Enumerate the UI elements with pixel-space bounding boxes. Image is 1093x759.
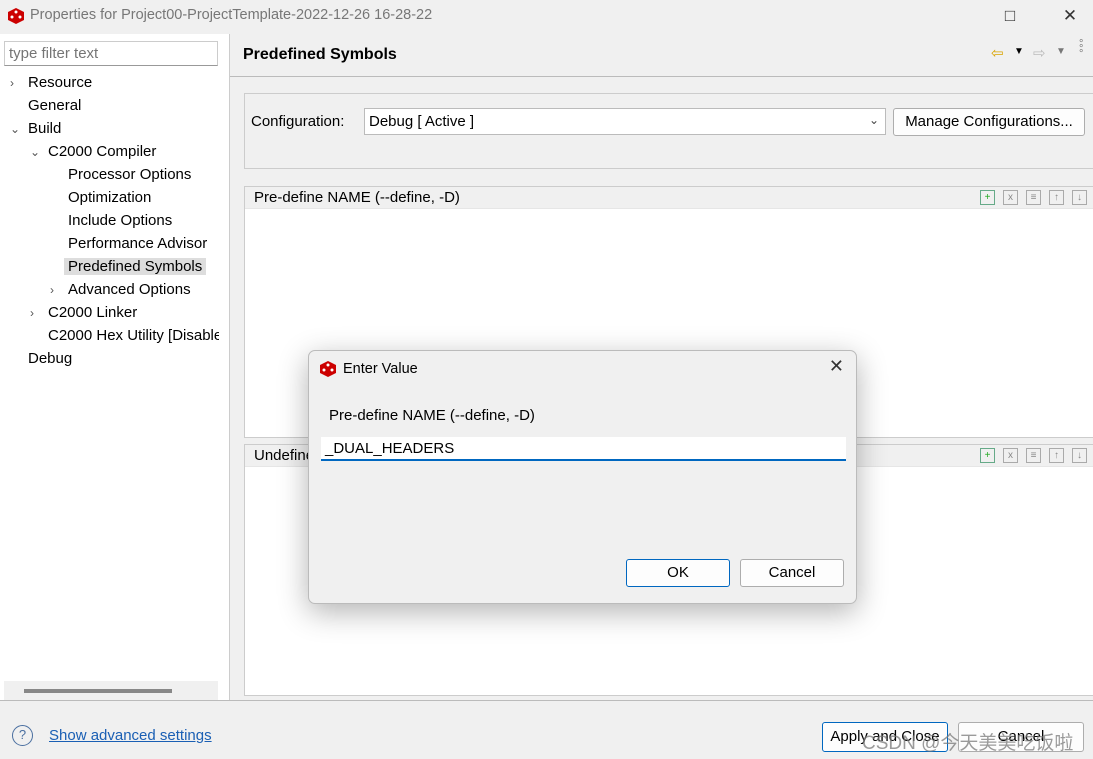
show-advanced-settings-link[interactable]: Show advanced settings xyxy=(49,727,212,744)
tree-item-label: Resource xyxy=(28,74,93,91)
tree-item-label: Processor Options xyxy=(68,166,192,183)
add-icon[interactable]: + xyxy=(980,448,995,463)
tree-item[interactable]: Performance Advisor xyxy=(50,233,211,255)
close-icon[interactable]: ✕ xyxy=(829,356,844,377)
tree-item-label: Performance Advisor xyxy=(68,235,208,252)
forward-icon[interactable]: ⇨ xyxy=(1033,44,1046,62)
tree-item-label: C2000 Hex Utility [Disabled] xyxy=(48,327,219,344)
tree-item-label: General xyxy=(28,97,82,114)
twisty-icon[interactable]: › xyxy=(30,302,44,324)
enter-value-dialog: Enter Value ✕ Pre-define NAME (--define,… xyxy=(308,350,857,604)
tree-item[interactable]: Debug xyxy=(10,348,76,370)
twisty-icon[interactable]: › xyxy=(50,279,64,301)
separator xyxy=(230,76,1093,77)
close-button[interactable]: ✕ xyxy=(1050,4,1090,28)
maximize-button[interactable]: □ xyxy=(990,4,1030,28)
tree-item-label: Debug xyxy=(28,350,73,367)
help-icon[interactable]: ? xyxy=(12,725,33,746)
tree-item-label: Include Options xyxy=(68,212,173,229)
footer-separator xyxy=(0,700,1093,701)
edit-icon[interactable]: ≡ xyxy=(1026,190,1041,205)
scrollbar-thumb[interactable] xyxy=(24,689,172,693)
define-header-label: Pre-define NAME (--define, -D) xyxy=(254,189,460,206)
configuration-label: Configuration: xyxy=(251,113,345,130)
value-input[interactable]: _DUAL_HEADERS xyxy=(321,437,846,461)
forward-menu-icon[interactable]: ▼ xyxy=(1056,46,1066,57)
twisty-icon[interactable]: ⌄ xyxy=(30,141,44,163)
move-down-icon[interactable]: ↓ xyxy=(1072,448,1087,463)
tree-item-label: C2000 Compiler xyxy=(48,143,157,160)
delete-icon[interactable]: x xyxy=(1003,190,1018,205)
tree-item[interactable]: Include Options xyxy=(50,210,176,232)
ok-button[interactable]: OK xyxy=(626,559,730,587)
ti-logo-icon xyxy=(8,8,24,24)
title-bar: Properties for Project00-ProjectTemplate… xyxy=(0,0,1093,33)
dialog-label: Pre-define NAME (--define, -D) xyxy=(329,407,535,424)
dialog-title: Enter Value xyxy=(343,361,418,377)
tree-item[interactable]: Optimization xyxy=(50,187,155,209)
move-down-icon[interactable]: ↓ xyxy=(1072,190,1087,205)
edit-icon[interactable]: ≡ xyxy=(1026,448,1041,463)
manage-configurations-button[interactable]: Manage Configurations... xyxy=(893,108,1085,136)
twisty-icon[interactable]: ⌄ xyxy=(10,118,24,140)
back-icon[interactable]: ⇦ xyxy=(991,44,1004,62)
more-icon[interactable]: ° ° ° xyxy=(1079,39,1083,60)
ti-logo-icon xyxy=(320,361,336,377)
tree-item[interactable]: ⌄ Build xyxy=(10,118,65,140)
chevron-down-icon: ⌄ xyxy=(868,113,879,127)
tree-item[interactable]: General xyxy=(10,95,85,117)
tree-item-label: C2000 Linker xyxy=(48,304,138,321)
twisty-icon[interactable]: › xyxy=(10,72,24,94)
page-title: Predefined Symbols xyxy=(243,46,397,63)
tree-item[interactable]: Processor Options xyxy=(50,164,195,186)
add-icon[interactable]: + xyxy=(980,190,995,205)
configuration-value: Debug [ Active ] xyxy=(369,113,475,130)
delete-icon[interactable]: x xyxy=(1003,448,1018,463)
dialog-cancel-button[interactable]: Cancel xyxy=(740,559,844,587)
move-up-icon[interactable]: ↑ xyxy=(1049,190,1064,205)
filter-input[interactable] xyxy=(4,41,218,66)
tree-item[interactable]: › Resource xyxy=(10,72,96,94)
tree-item[interactable]: › C2000 Linker xyxy=(30,302,141,324)
configuration-select[interactable]: Debug [ Active ] ⌄ xyxy=(364,108,886,135)
define-list-header: Pre-define NAME (--define, -D) xyxy=(245,187,1093,209)
tree-item[interactable]: C2000 Hex Utility [Disabled] xyxy=(30,325,219,347)
watermark: CSDN @今天美美吃饭啦 xyxy=(862,733,1074,754)
tree-item-label: Advanced Options xyxy=(68,281,191,298)
tree-item-label: Optimization xyxy=(68,189,152,206)
window-title: Properties for Project00-ProjectTemplate… xyxy=(30,7,433,23)
move-up-icon[interactable]: ↑ xyxy=(1049,448,1064,463)
tree-item[interactable]: › Advanced Options xyxy=(50,279,195,301)
tree-item[interactable]: Predefined Symbols xyxy=(50,256,207,278)
tree-item-label: Build xyxy=(28,120,62,137)
tree-item-label: Predefined Symbols xyxy=(64,258,207,275)
splitter[interactable] xyxy=(229,34,230,700)
tree-item[interactable]: ⌄ C2000 Compiler xyxy=(30,141,160,163)
back-menu-icon[interactable]: ▼ xyxy=(1014,46,1024,57)
